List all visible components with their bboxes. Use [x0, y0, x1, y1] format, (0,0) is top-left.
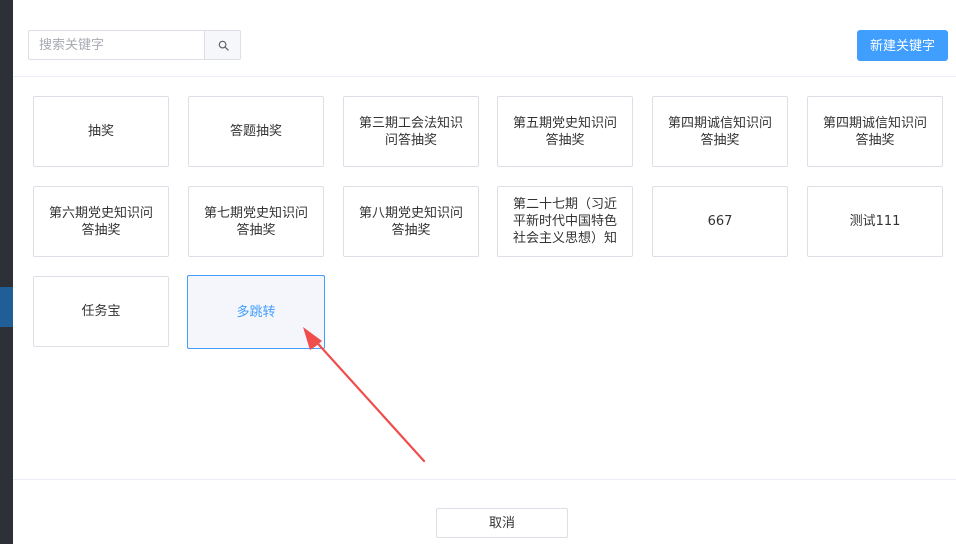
keyword-card-label: 第四期诚信知识问答抽奖: [667, 115, 772, 148]
keyword-select-dialog: 新建关键字 抽奖 答题抽奖 第三期工会法知识问答抽奖 第五期党史知识问答抽奖 第…: [13, 0, 956, 544]
keyword-card-label: 第三期工会法知识问答抽奖: [358, 115, 463, 148]
background-sidebar: [0, 0, 13, 544]
new-keyword-button[interactable]: 新建关键字: [857, 30, 948, 61]
keyword-card[interactable]: 第五期党史知识问答抽奖: [497, 96, 633, 167]
keyword-card[interactable]: 测试111: [807, 186, 943, 257]
keyword-card[interactable]: 667: [652, 186, 788, 257]
header-divider: [13, 76, 956, 77]
keyword-card-label: 第二十七期（习近平新时代中国特色社会主义思想）知: [512, 197, 617, 246]
keyword-card[interactable]: 抽奖: [33, 96, 169, 167]
footer-divider: [13, 479, 956, 480]
keyword-card-label: 多跳转: [236, 304, 276, 320]
search-input[interactable]: [28, 30, 204, 60]
keyword-card[interactable]: 第八期党史知识问答抽奖: [343, 186, 479, 257]
keyword-card-label: 667: [707, 214, 733, 229]
background-sidebar-active-item: [0, 287, 13, 327]
keyword-card-label: 第五期党史知识问答抽奖: [512, 115, 617, 148]
keyword-card[interactable]: 答题抽奖: [188, 96, 324, 167]
keyword-card[interactable]: 第三期工会法知识问答抽奖: [343, 96, 479, 167]
search-button[interactable]: [204, 30, 241, 60]
search-bar: [28, 30, 241, 60]
cancel-button[interactable]: 取消: [436, 508, 568, 538]
search-icon: [218, 40, 229, 51]
keyword-card-label: 第六期党史知识问答抽奖: [48, 205, 153, 238]
keyword-card[interactable]: 第七期党史知识问答抽奖: [188, 186, 324, 257]
keyword-card[interactable]: 任务宝: [33, 276, 169, 347]
keyword-card-label: 第七期党史知识问答抽奖: [203, 205, 308, 238]
keyword-card[interactable]: 第四期诚信知识问答抽奖: [807, 96, 943, 167]
keyword-card-label: 任务宝: [81, 304, 121, 319]
keyword-card-selected[interactable]: 多跳转: [187, 275, 325, 349]
keyword-card-grid: 抽奖 答题抽奖 第三期工会法知识问答抽奖 第五期党史知识问答抽奖 第四期诚信知识…: [33, 96, 953, 356]
keyword-card-label: 第四期诚信知识问答抽奖: [822, 115, 927, 148]
keyword-card-label: 答题抽奖: [229, 124, 282, 139]
keyword-card[interactable]: 第四期诚信知识问答抽奖: [652, 96, 788, 167]
keyword-card-label: 抽奖: [87, 124, 114, 139]
keyword-card[interactable]: 第六期党史知识问答抽奖: [33, 186, 169, 257]
keyword-card-label: 第八期党史知识问答抽奖: [358, 205, 463, 238]
keyword-card[interactable]: 第二十七期（习近平新时代中国特色社会主义思想）知: [497, 186, 633, 257]
keyword-card-label: 测试111: [849, 214, 901, 229]
